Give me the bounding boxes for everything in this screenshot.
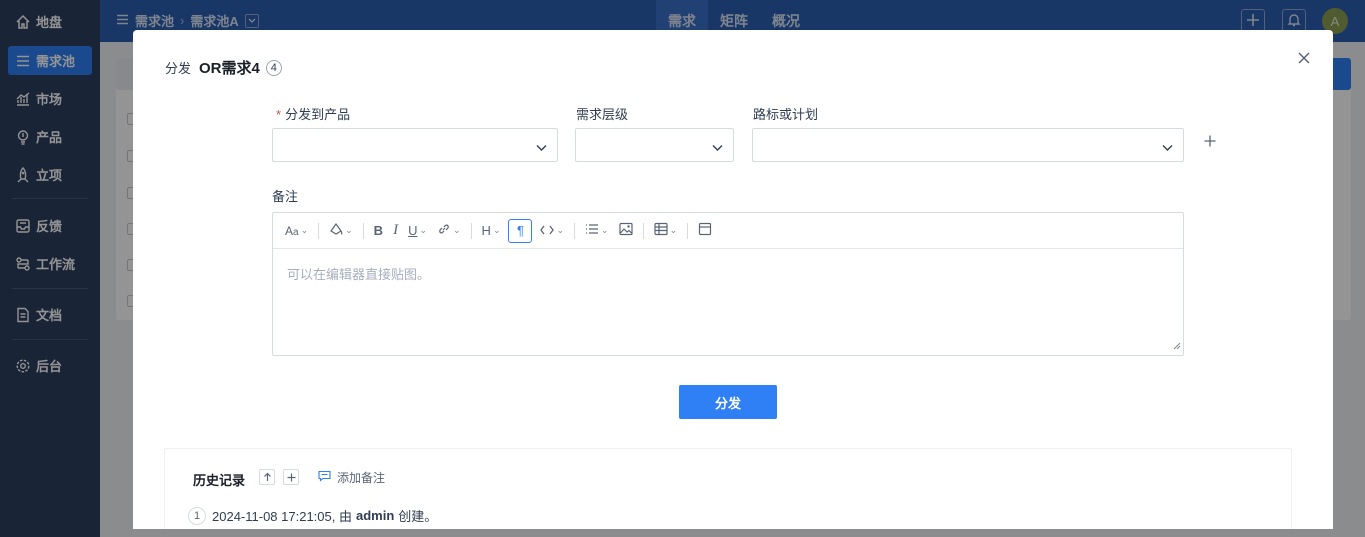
chevron-down-icon (1162, 140, 1173, 155)
template-icon (698, 222, 712, 239)
image-button[interactable] (617, 219, 635, 243)
modal-action-label: 分发 (165, 61, 192, 76)
editor-toolbar: Aa ⌄ ⌄ B I U ⌄ ⌄ H ⌄ ¶ ⌄ ⌄ ⌄ (273, 213, 1183, 249)
font-size-icon: Aa (285, 223, 299, 238)
italic-icon: I (393, 222, 399, 238)
italic-button[interactable]: I (391, 219, 400, 243)
paint-bucket-icon (329, 222, 343, 239)
list-button[interactable]: ⌄ (583, 219, 611, 243)
entry-suffix: 创建。 (398, 509, 438, 524)
table-icon (653, 222, 668, 239)
table-button[interactable]: ⌄ (652, 219, 680, 243)
link-button[interactable]: ⌄ (435, 219, 463, 243)
add-note-button[interactable]: 添加备注 (318, 469, 385, 486)
resize-handle-icon[interactable] (1173, 338, 1181, 353)
bold-button[interactable]: B (372, 219, 385, 243)
chevron-down-icon: ⌄ (492, 225, 501, 235)
plan-field-label: 路标或计划 (753, 107, 819, 122)
toolbar-divider (574, 222, 576, 239)
plus-icon (287, 470, 296, 485)
modal-header: 分发 OR需求4 4 (165, 57, 282, 78)
toolbar-divider (318, 222, 320, 239)
image-icon (618, 222, 633, 239)
chevron-down-icon: ⌄ (453, 225, 461, 235)
entry-number: 1 (188, 506, 206, 525)
expand-all-button[interactable] (283, 469, 299, 485)
heading-icon: H (481, 223, 491, 238)
chevron-down-icon: ⌄ (556, 225, 565, 235)
sort-button[interactable] (259, 469, 275, 485)
note-field-label: 备注 (272, 189, 299, 204)
bold-icon: B (373, 223, 384, 238)
paragraph-button[interactable]: ¶ (508, 218, 533, 243)
text-color-button[interactable]: ⌄ (327, 219, 355, 243)
underline-icon: U (408, 223, 418, 238)
history-panel: 历史记录 添加备注 1 2024-11-08 17:21:05, 由 admin… (164, 448, 1292, 529)
code-button[interactable]: ⌄ (538, 219, 566, 243)
chevron-down-icon: ⌄ (601, 225, 609, 235)
heading-button[interactable]: H ⌄ (480, 219, 503, 243)
toolbar-divider (687, 222, 689, 239)
distribute-button[interactable]: 分发 (679, 385, 777, 419)
history-entry: 1 2024-11-08 17:21:05, 由 admin 创建。 (188, 506, 437, 525)
link-icon (437, 222, 451, 239)
pilcrow-icon: ¶ (516, 223, 524, 238)
history-title: 历史记录 (193, 473, 246, 488)
chevron-down-icon: ⌄ (300, 225, 309, 235)
modal-title: OR需求4 (199, 60, 260, 77)
required-marker: * (276, 107, 282, 122)
editor-placeholder: 可以在编辑器直接贴图。 (287, 267, 431, 282)
toolbar-divider (470, 222, 472, 239)
arrow-up-icon (263, 470, 272, 485)
chevron-down-icon: ⌄ (345, 225, 353, 235)
entry-user: admin (355, 508, 395, 523)
close-button[interactable] (1295, 50, 1313, 68)
product-label-text: 分发到产品 (285, 107, 351, 122)
level-select[interactable] (575, 128, 734, 162)
font-size-button[interactable]: Aa ⌄ (283, 219, 310, 243)
product-select[interactable] (272, 128, 558, 162)
level-field-label: 需求层级 (576, 107, 629, 122)
close-icon (1298, 51, 1310, 67)
entry-prefix: 2024-11-08 17:21:05, 由 (212, 509, 352, 524)
toolbar-divider (362, 222, 364, 239)
template-button[interactable] (696, 219, 714, 243)
plus-icon (1204, 135, 1216, 150)
add-note-label: 添加备注 (337, 471, 386, 485)
code-icon (540, 223, 555, 238)
add-plan-button[interactable] (1203, 135, 1217, 149)
chevron-down-icon (712, 140, 723, 155)
comment-icon (318, 470, 331, 485)
underline-button[interactable]: U ⌄ (406, 219, 429, 243)
id-badge: 4 (265, 59, 282, 76)
product-field-label: * 分发到产品 (276, 104, 350, 123)
plan-select[interactable] (752, 128, 1184, 162)
toolbar-divider (642, 222, 644, 239)
list-icon (585, 223, 599, 238)
distribute-modal: 分发 OR需求4 4 * 分发到产品 需求层级 路标或计划 备注 Aa ⌄ ⌄ B … (133, 30, 1333, 529)
chevron-down-icon: ⌄ (669, 225, 678, 235)
chevron-down-icon: ⌄ (419, 225, 427, 235)
chevron-down-icon (536, 140, 547, 155)
rich-text-editor[interactable]: Aa ⌄ ⌄ B I U ⌄ ⌄ H ⌄ ¶ ⌄ ⌄ ⌄ 可以在编辑器直接贴图。 (272, 212, 1184, 356)
